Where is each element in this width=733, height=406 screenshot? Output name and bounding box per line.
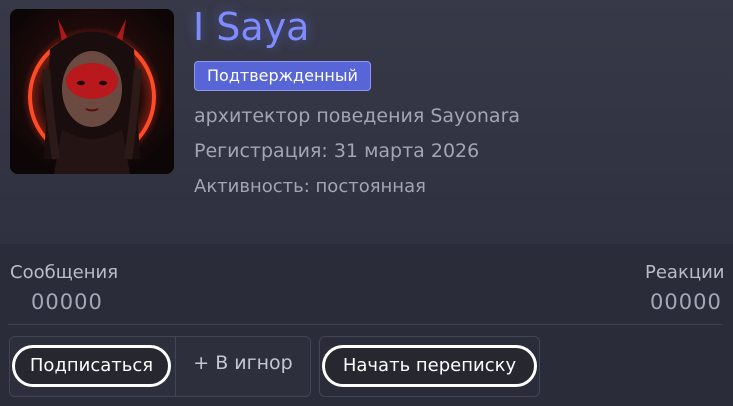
subscribe-button[interactable]: Подписаться [12, 345, 171, 387]
activity-status: Активность: постоянная [194, 176, 426, 197]
avatar-image [10, 9, 174, 174]
messages-count[interactable]: 00000 [31, 290, 103, 314]
registration-date: Регистрация: 31 марта 2026 [194, 140, 480, 162]
reactions-count[interactable]: 00000 [650, 290, 722, 314]
avatar[interactable] [10, 9, 174, 174]
messages-label: Сообщения [10, 262, 119, 283]
ignore-button[interactable]: + В игнор [176, 352, 310, 374]
divider [8, 324, 723, 325]
start-conversation-button[interactable]: Начать переписку [322, 345, 537, 387]
reactions-label: Реакции [645, 262, 725, 283]
verified-badge: Подтвержденный [194, 61, 371, 91]
profile-name: I Saya [193, 5, 310, 49]
stats-bar [0, 244, 733, 324]
user-title: архитектор поведения Sayonara [194, 105, 521, 127]
